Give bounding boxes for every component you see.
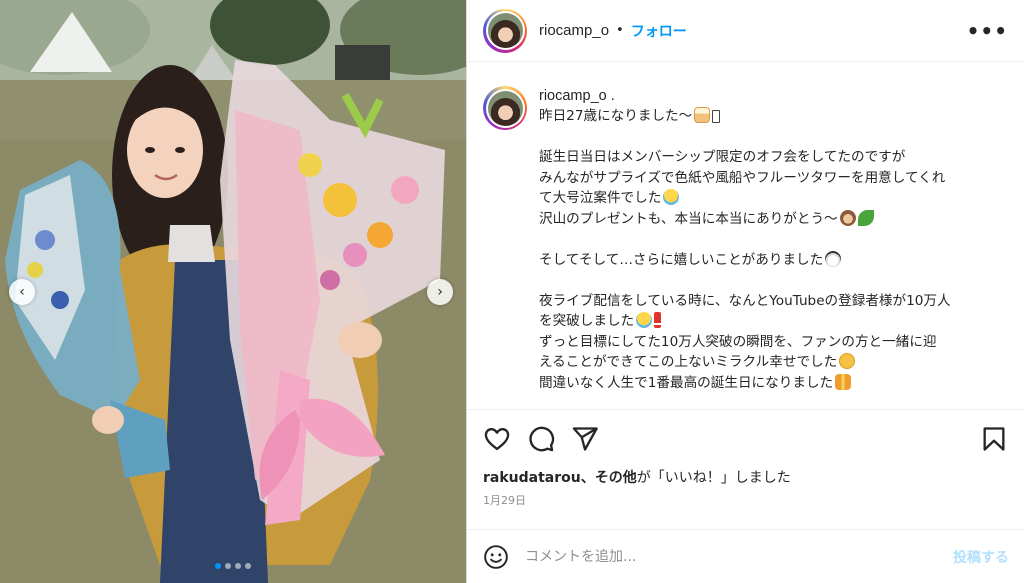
carousel-dot-1 [215,563,221,569]
leaf-emoji-icon [857,209,874,226]
exclamation-emoji-icon [654,312,662,328]
carousel-dots [0,563,466,569]
caption-line: 沢山のプレゼントも、本当に本当にありがとう〜 [539,209,951,230]
post-header: riocamp_o • フォロー ••• [467,0,1024,62]
carousel-next-button[interactable]: › [427,279,453,305]
likes-suffix: が「いいね！」しました [636,470,791,486]
post-detail-panel: riocamp_o • フォロー ••• riocamp_o . 昨日27歳にな… [466,0,1024,583]
caption-line: えることができてこの上ないミラクル幸せでした [539,352,951,373]
follow-button[interactable]: フォロー [631,21,687,41]
caption-line: 昨日27歳になりました〜 [539,106,951,127]
post-date[interactable]: 1月29日 [467,488,1024,508]
caption-avatar[interactable] [483,86,527,130]
photo-scene [0,0,466,583]
carousel-dot-4 [245,563,251,569]
monkey-emoji-icon [839,209,856,226]
heart-icon[interactable] [483,425,511,453]
carousel-dot-3 [235,563,241,569]
caption-username[interactable]: riocamp_o . [539,86,951,106]
caption-avatar-image [487,90,523,126]
comment-icon[interactable] [527,425,555,453]
bookmark-icon[interactable] [980,425,1008,453]
caption-line: そしてそして…さらに嬉しいことがありました [539,250,951,271]
liker-username[interactable]: rakudatarou [483,470,581,486]
header-separator: • [616,23,624,38]
avatar[interactable] [483,8,527,53]
likes-line: rakudatarou、その他が「いいね！」しました [467,468,1024,488]
caption-line: を突破しました [539,311,951,332]
crying-face-emoji-icon [636,312,653,328]
post-comment-button[interactable]: 投稿する [953,547,1009,567]
post-photo[interactable]: ‹ › [0,0,466,583]
caption-line: 誕生日当日はメンバーシップ限定のオフ会をしてたのですが [539,149,906,165]
emoji-icon[interactable] [483,544,509,570]
share-icon[interactable] [571,425,599,453]
caption-line: みんながサプライズで色紙や風船やフルーツタワーを用意してくれ [539,169,946,186]
carousel-dot-2 [225,563,231,569]
unknown-glyph-icon [712,110,721,123]
comment-input[interactable] [525,548,953,565]
more-icon[interactable]: ••• [967,19,1008,43]
snowman-emoji-icon [825,250,842,267]
gift-emoji-icon [835,373,852,390]
caption-line: て大号泣案件でした [539,188,951,209]
post-actions [467,410,1024,468]
caption-line: ずっと目標にしてた10万人突破の瞬間を、ファンの方と一緒に迎 [539,333,937,350]
caption-section: riocamp_o . 昨日27歳になりました〜 誕生日当日はメンバーシップ限定… [467,62,1024,410]
teary-face-emoji-icon [839,353,856,369]
crying-face-emoji-icon [663,189,680,205]
header-username[interactable]: riocamp_o [539,22,609,39]
comment-bar: 投稿する [467,529,1024,583]
cake-emoji-icon [694,107,711,123]
carousel-prev-button[interactable]: ‹ [9,279,35,305]
caption-line: 間違いなく人生で1番最高の誕生日になりました [539,373,951,394]
caption-body: riocamp_o . 昨日27歳になりました〜 誕生日当日はメンバーシップ限定… [539,86,951,409]
caption-line: 夜ライブ配信をしている時に、なんとYouTubeの登録者様が10万人 [539,292,951,309]
avatar-image [487,13,523,48]
likes-others-link[interactable]: 、その他 [581,470,637,486]
